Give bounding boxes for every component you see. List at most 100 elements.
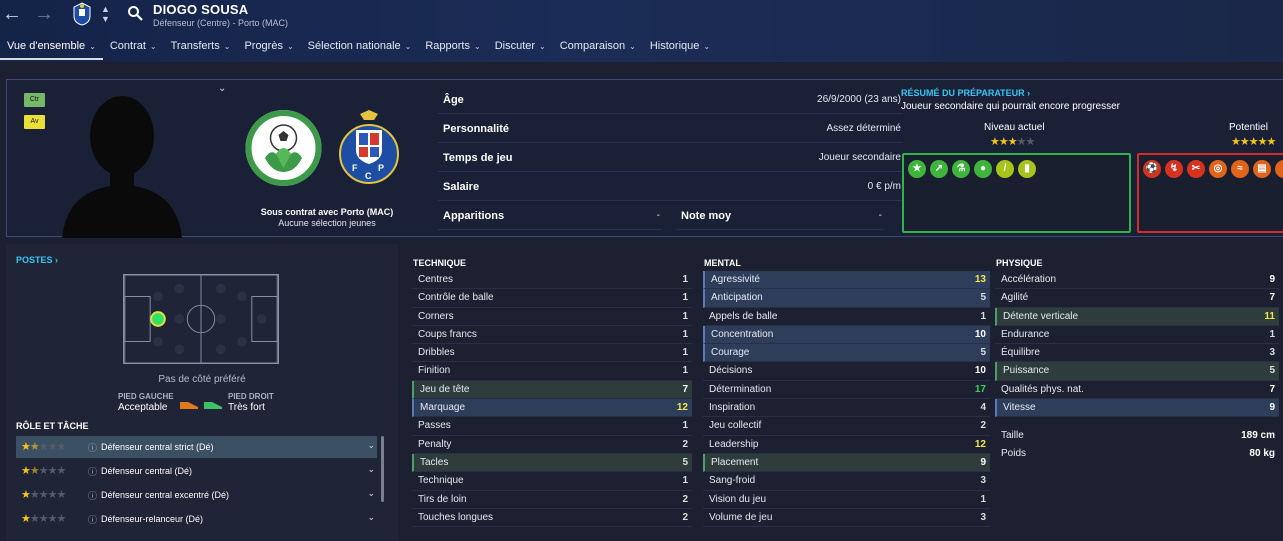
menu-transferts[interactable]: Transferts ⌄: [164, 36, 238, 60]
personality-value: Assez déterminé: [826, 123, 901, 134]
chevron-up-icon[interactable]: ▲: [101, 5, 110, 14]
chevron-down-icon[interactable]: ⌄: [367, 512, 375, 523]
attribute-row[interactable]: Concentration 10: [703, 325, 990, 345]
attribute-value: 2: [682, 511, 688, 523]
height-value: 189 cm: [1241, 430, 1275, 441]
role-row[interactable]: ★★★★★ ⓘ Défenseur central excentré (Dé) …: [16, 484, 377, 506]
roles-scrollbar[interactable]: [381, 436, 384, 502]
coach-report-summary: Joueur secondaire qui pourrait encore pr…: [901, 101, 1121, 112]
attribute-row[interactable]: Anticipation 5: [703, 289, 990, 308]
attribute-row[interactable]: Jeu collectif 2: [703, 417, 990, 436]
star-icon[interactable]: ★: [908, 160, 926, 178]
attribute-row[interactable]: Marquage 12: [412, 399, 692, 418]
attribute-row[interactable]: Accélération 9: [995, 271, 1279, 290]
attribute-row[interactable]: Jeu de tête 7: [412, 380, 692, 400]
chevron-down-icon[interactable]: ⌄: [367, 464, 375, 475]
clipboard-icon[interactable]: ▤: [1253, 160, 1271, 178]
attribute-row[interactable]: Courage 5: [703, 344, 990, 363]
attribute-row[interactable]: Centres 1: [412, 271, 692, 290]
chevron-down-icon[interactable]: ▼: [101, 15, 110, 24]
attribute-row[interactable]: Volume de jeu 3: [703, 509, 990, 528]
attribute-row[interactable]: Sang-froid 3: [703, 472, 990, 491]
attribute-row[interactable]: Passes 1: [412, 417, 692, 436]
chevron-down-icon[interactable]: ⌄: [367, 488, 375, 499]
attribute-row[interactable]: Endurance 1: [995, 326, 1279, 345]
attribute-row[interactable]: Appels de balle 1: [703, 308, 990, 326]
brain-icon[interactable]: ●: [974, 160, 992, 178]
menu-discuter[interactable]: Discuter ⌄: [488, 36, 553, 60]
pass-icon[interactable]: ≈: [1231, 160, 1249, 178]
attribute-value: 10: [974, 365, 986, 377]
attribute-row[interactable]: Puissance 5: [995, 362, 1279, 381]
role-stars: ★★★★★: [21, 441, 66, 453]
attribute-name: Placement: [711, 456, 759, 468]
chevron-down-icon[interactable]: ⌄: [218, 83, 226, 94]
attribute-row[interactable]: Leadership 12: [703, 436, 990, 454]
menu-historique[interactable]: Historique ⌄: [643, 36, 717, 60]
role-row[interactable]: ★★★★★ ⓘ Défenseur central strict (Dé) ⌄: [16, 436, 377, 458]
search-icon[interactable]: [127, 5, 143, 21]
info-icon[interactable]: ⓘ: [88, 441, 97, 454]
attribute-row[interactable]: Vision du jeu 1: [703, 491, 990, 509]
attribute-row[interactable]: Agilité 7: [995, 289, 1279, 308]
attribute-row[interactable]: Tacles 5: [412, 453, 692, 473]
scissors-icon[interactable]: ✂: [1187, 160, 1205, 178]
attribute-row[interactable]: Inspiration 4: [703, 399, 990, 418]
right-foot-label: PIED DROIT: [228, 392, 274, 401]
menu-selection-nationale[interactable]: Sélection nationale ⌄: [301, 36, 419, 60]
dribble-icon[interactable]: ↯: [1165, 160, 1183, 178]
info-icon[interactable]: ⓘ: [88, 465, 97, 478]
menu-contrat[interactable]: Contrat ⌄: [103, 36, 164, 60]
weight-value: 80 kg: [1249, 448, 1275, 459]
attribute-row[interactable]: Décisions 10: [703, 362, 990, 381]
role-label: Défenseur central (Dé): [101, 466, 193, 476]
menu-vue-ensemble[interactable]: Vue d'ensemble ⌄: [0, 36, 103, 60]
porto-badge-icon[interactable]: [72, 2, 92, 26]
attribute-row[interactable]: Penalty 2: [412, 436, 692, 454]
trend-up-icon[interactable]: ↗: [930, 160, 948, 178]
role-row[interactable]: ★★★★★ ⓘ Défenseur central (Dé) ⌄: [16, 460, 377, 482]
vest-icon[interactable]: ▮: [1018, 160, 1036, 178]
attribute-row[interactable]: Détente verticale 11: [995, 307, 1279, 326]
attribute-row[interactable]: Coups francs 1: [412, 326, 692, 345]
attribute-value: 1: [1269, 328, 1275, 340]
attribute-value: 5: [1269, 365, 1275, 377]
target-icon[interactable]: ◎: [1209, 160, 1227, 178]
attribute-name: Détermination: [709, 383, 772, 395]
attribute-row[interactable]: Dribbles 1: [412, 344, 692, 363]
coach-report-link[interactable]: RÉSUMÉ DU PRÉPARATEUR ›: [901, 88, 1030, 98]
top-bar: ← → ▲ ▼ DIOGO SOUSA Défenseur (Centre) -…: [0, 0, 1283, 62]
boot-icon[interactable]: /: [996, 160, 1014, 178]
attribute-row[interactable]: Équilibre 3: [995, 344, 1279, 363]
ball-icon[interactable]: ⚽: [1143, 160, 1161, 178]
attribute-row[interactable]: Tirs de loin 2: [412, 491, 692, 509]
attribute-row[interactable]: Finition 1: [412, 362, 692, 381]
attribute-name: Vitesse: [1003, 402, 1036, 414]
attribute-row[interactable]: Détermination 17: [703, 381, 990, 400]
menu-rapports[interactable]: Rapports ⌄: [418, 36, 487, 60]
attribute-value: 5: [980, 347, 986, 359]
info-icon[interactable]: ⓘ: [88, 513, 97, 526]
attribute-row[interactable]: Agressivité 13: [703, 271, 990, 290]
youth-selection-status: Aucune sélection jeunes: [278, 218, 376, 228]
players-icon[interactable]: [1275, 160, 1283, 178]
attribute-value: 2: [682, 438, 688, 450]
attribute-row[interactable]: Technique 1: [412, 472, 692, 491]
positions-link[interactable]: POSTES ›: [16, 255, 58, 265]
attribute-row[interactable]: Qualités phys. nat. 7: [995, 381, 1279, 400]
back-arrow-icon[interactable]: ←: [0, 4, 24, 24]
forward-arrow-icon[interactable]: →: [32, 4, 56, 24]
left-foot-value: Acceptable: [118, 402, 168, 413]
attribute-value: 9: [1269, 402, 1275, 414]
attribute-row[interactable]: Corners 1: [412, 308, 692, 326]
menu-comparaison[interactable]: Comparaison ⌄: [553, 36, 643, 60]
attribute-row[interactable]: Contrôle de balle 1: [412, 289, 692, 308]
attribute-row[interactable]: Vitesse 9: [995, 399, 1279, 418]
flask-icon[interactable]: ⚗: [952, 160, 970, 178]
attribute-row[interactable]: Touches longues 2: [412, 509, 692, 528]
chevron-down-icon[interactable]: ⌄: [367, 440, 375, 451]
attribute-row[interactable]: Placement 9: [703, 453, 990, 473]
info-icon[interactable]: ⓘ: [88, 489, 97, 502]
role-row[interactable]: ★★★★★ ⓘ Défenseur-relanceur (Dé) ⌄: [16, 508, 377, 530]
menu-progres[interactable]: Progrès ⌄: [237, 36, 300, 60]
